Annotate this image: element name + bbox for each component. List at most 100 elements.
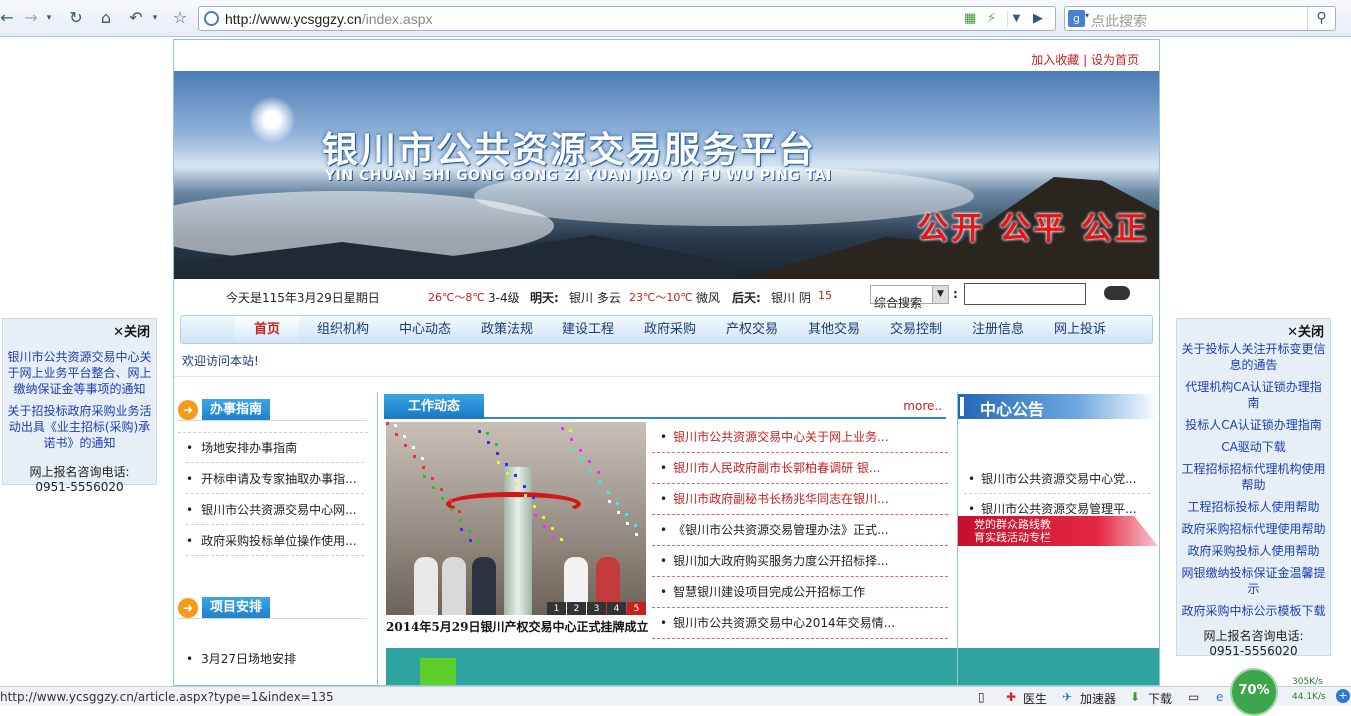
confetti-piece (543, 525, 546, 528)
search-placeholder[interactable]: 点此搜索 (1091, 11, 1147, 31)
status-accelerator[interactable]: 加速器 (1080, 690, 1116, 707)
news-list-item[interactable]: 银川市政府副秘书长杨兆华同志在银川... (652, 484, 948, 515)
promo-line: 育实践活动专栏 (974, 531, 1051, 544)
nav-policies[interactable]: 政策法规 (481, 316, 533, 343)
banner-title: 银川市公共资源交易服务平台 (322, 130, 817, 171)
nav-home[interactable]: 首页 (235, 316, 299, 343)
slideshow-page-button[interactable]: 2 (567, 602, 586, 615)
window-icon[interactable]: ▭ (1188, 690, 1199, 704)
news-more-link[interactable]: more.. (903, 399, 942, 413)
add-favorite-link[interactable]: 加入收藏 (1031, 53, 1079, 67)
left-panel-link[interactable]: 银川市公共资源交易中心关于网上业务平台整合、网上缴纳保证金等事项的通知 (7, 349, 152, 397)
history-dropdown-icon[interactable]: ▾ (44, 8, 54, 28)
search-engine-icon[interactable]: g (1068, 10, 1085, 27)
news-list-item[interactable]: 银川市人民政府副市长郭柏春调研 银... (652, 453, 948, 484)
slideshow-page-button[interactable]: 5 (627, 602, 646, 615)
engine-dropdown-icon[interactable]: ▾ (1085, 11, 1089, 20)
confetti-piece (460, 528, 463, 531)
schedule-list-item[interactable]: 3月27日场地安排 (186, 646, 364, 674)
address-bar[interactable]: http://www.ycsggzy.cn/index.aspx ▦ ⚡ ▼ ▶ (198, 6, 1056, 31)
promo-banner[interactable]: 党的群众路线教 育实践活动专栏 (958, 516, 1158, 546)
go-icon[interactable]: ▶ (1033, 11, 1043, 27)
right-panel-link[interactable]: 代理机构CA认证锁办理指南 (1181, 379, 1326, 411)
news-slideshow[interactable]: 12345 (386, 422, 646, 615)
right-panel-link[interactable]: CA驱动下载 (1181, 439, 1326, 455)
right-panel-link[interactable]: 关于投标人关注开标变更信息的通告 (1181, 341, 1326, 373)
status-doctor[interactable]: 医生 (1023, 690, 1047, 707)
confetti-piece (607, 491, 610, 494)
right-panel-phone-label: 网上报名咨询电话: (1203, 629, 1304, 643)
news-list-item[interactable]: 银川市公共资源交易中心关于网上业务... (652, 422, 948, 453)
confetti-piece (458, 510, 461, 513)
right-panel-link[interactable]: 网银缴纳投标保证金温馨提示 (1181, 565, 1326, 597)
forward-icon[interactable]: → (22, 8, 40, 28)
back-icon[interactable]: ← (0, 8, 14, 28)
download-icon[interactable]: ⬇ (1130, 690, 1140, 704)
phone-icon[interactable]: ▯ (978, 690, 985, 704)
right-panel-link[interactable]: 政府采购投标人使用帮助 (1181, 543, 1326, 559)
slideshow-page-button[interactable]: 1 (547, 602, 566, 615)
top-links-separator: | (1079, 53, 1091, 67)
notice-list-item[interactable]: 银川市公共资源交易中心党... (964, 466, 1150, 494)
binoculars-search-icon[interactable] (1104, 286, 1130, 300)
left-panel-close-button[interactable]: ✕关闭 (113, 321, 150, 340)
address-dropdown-icon[interactable]: ▼ (1007, 11, 1025, 27)
left-panel-link[interactable]: 关于招投标政府采购业务活动出具《业主招标(采购)承诺书》的通知 (7, 403, 152, 451)
right-panel-link[interactable]: 政府采购中标公示模板下载 (1181, 603, 1326, 619)
schedule-title: 项目安排 (202, 597, 271, 619)
news-list-item[interactable]: 银川市公共资源交易中心2014年交易情... (652, 608, 948, 639)
undo-icon[interactable]: ↶ (126, 8, 146, 28)
confetti-piece (608, 500, 611, 503)
nav-organization[interactable]: 组织机构 (317, 316, 369, 343)
nav-trading-control[interactable]: 交易控制 (890, 316, 942, 343)
confetti-piece (635, 533, 638, 536)
memory-progress-badge[interactable]: 70% (1230, 668, 1278, 716)
accelerator-icon[interactable]: ✈ (1062, 690, 1072, 704)
right-panel-close-button[interactable]: ✕关闭 (1287, 321, 1324, 340)
refresh-icon[interactable]: ↻ (66, 8, 86, 28)
confetti-piece (477, 541, 480, 544)
right-panel-link[interactable]: 投标人CA认证锁办理指南 (1181, 417, 1326, 433)
confetti-piece (579, 449, 582, 452)
slideshow-pillar (504, 467, 532, 615)
ie-icon[interactable]: e (1216, 690, 1223, 704)
guide-list-item[interactable]: 开标申请及专家抽取办事指... (186, 466, 364, 494)
home-icon[interactable]: ⌂ (96, 8, 116, 28)
confetti-piece (551, 527, 554, 530)
browser-search-box[interactable]: g ▾ 点此搜索 ⚲ (1064, 6, 1336, 31)
guide-list-item[interactable]: 场地安排办事指南 (186, 435, 364, 463)
plus-icon[interactable]: + (1336, 689, 1350, 703)
guide-header: ➜ 办事指南 (178, 399, 368, 421)
lightning-icon[interactable]: ⚡ (987, 11, 996, 27)
slideshow-page-button[interactable]: 3 (587, 602, 606, 615)
nav-registration[interactable]: 注册信息 (972, 316, 1024, 343)
right-panel-link[interactable]: 政府采购招标代理使用帮助 (1181, 521, 1326, 537)
doctor-icon[interactable]: ✚ (1006, 690, 1016, 704)
right-panel-link[interactable]: 工程招标招标代理机构使用帮助 (1181, 461, 1326, 493)
status-download[interactable]: 下载 (1148, 690, 1172, 707)
guide-list-item[interactable]: 政府采购投标单位操作使用... (186, 528, 364, 556)
news-list-item[interactable]: 《银川市公共资源交易管理办法》正式... (652, 515, 948, 546)
confetti-piece (423, 475, 426, 478)
star-icon[interactable]: ☆ (170, 8, 190, 28)
slideshow-caption[interactable]: 2014年5月29日银川产权交易中心正式挂牌成立 (386, 618, 648, 635)
news-list-item[interactable]: 银川加大政府购买服务力度公开招标择... (652, 546, 948, 577)
news-list-item[interactable]: 智慧银川建设项目完成公开招标工作 (652, 577, 948, 608)
slideshow-page-button[interactable]: 4 (607, 602, 626, 615)
nav-complaint[interactable]: 网上投诉 (1054, 316, 1106, 343)
search-icon[interactable]: ⚲ (1307, 7, 1335, 30)
right-panel-link[interactable]: 工程招标投标人使用帮助 (1181, 499, 1326, 515)
nav-center-news[interactable]: 中心动态 (399, 316, 451, 343)
nav-procurement[interactable]: 政府采购 (644, 316, 696, 343)
site-search-input[interactable] (964, 283, 1086, 305)
address-url[interactable]: http://www.ycsggzy.cn/index.aspx (225, 11, 433, 27)
undo-dropdown-icon[interactable]: ▾ (150, 8, 160, 28)
search-scope-select[interactable]: 综合搜索 ▼ (870, 285, 949, 310)
banner-motto: 公开 公平 公正 (917, 211, 1149, 247)
guide-list-item[interactable]: 银川市公共资源交易中心网... (186, 497, 364, 525)
nav-other-trading[interactable]: 其他交易 (808, 316, 860, 343)
set-homepage-link[interactable]: 设为首页 (1091, 53, 1139, 67)
qr-code-icon[interactable]: ▦ (964, 11, 976, 27)
nav-construction[interactable]: 建设工程 (562, 316, 614, 343)
nav-property-trading[interactable]: 产权交易 (726, 316, 778, 343)
